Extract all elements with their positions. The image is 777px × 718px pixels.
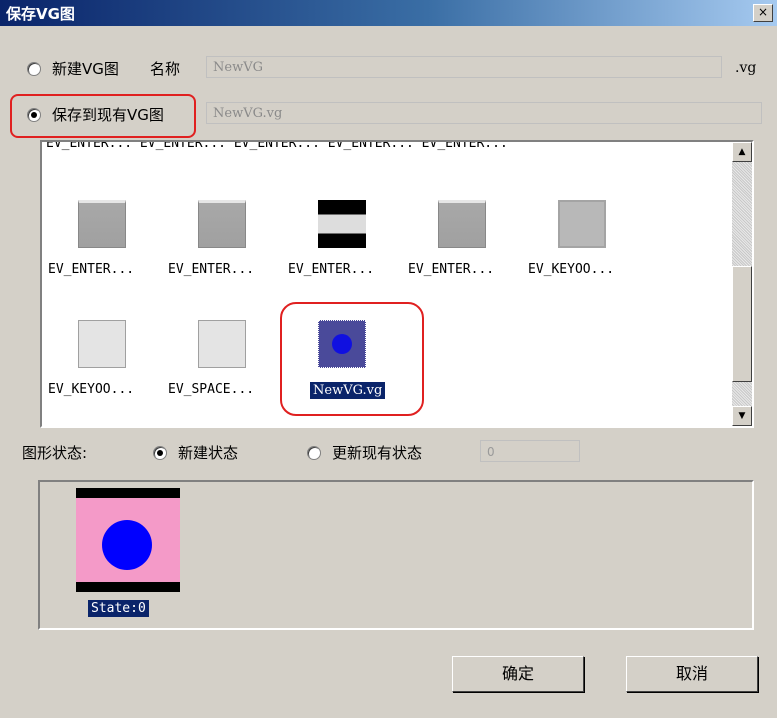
- gray-button-thumbnail-icon: [438, 200, 486, 248]
- vg-suffix: .vg: [735, 60, 757, 76]
- new-state-label: 新建状态: [178, 444, 239, 462]
- state-thumbnail[interactable]: [76, 488, 180, 592]
- gray-button-thumbnail-icon: [78, 200, 126, 248]
- list-item-label: EV_KEYOO...: [528, 262, 615, 277]
- light-button-thumbnail-icon: [198, 320, 246, 368]
- state-label: 图形状态:: [22, 444, 88, 462]
- scroll-down-button[interactable]: ▼: [732, 406, 752, 426]
- list-item-label: EV_ENTER...: [48, 262, 135, 277]
- list-item[interactable]: EV_ENTER...: [48, 200, 148, 300]
- list-item-label: EV_ENTER...: [168, 262, 255, 277]
- name-field[interactable]: NewVG: [206, 56, 722, 78]
- cancel-button[interactable]: 取消: [626, 656, 758, 692]
- state-preview-panel: State:0: [38, 480, 754, 630]
- list-item[interactable]: EV_KEYOO...: [48, 320, 148, 420]
- close-button[interactable]: ×: [753, 4, 773, 22]
- update-state-field[interactable]: 0: [480, 440, 580, 462]
- list-item[interactable]: EV_SPACE...: [168, 320, 268, 420]
- light-button-thumbnail-icon: [78, 320, 126, 368]
- update-state-label: 更新现有状态: [332, 444, 423, 462]
- window-title: 保存VG图: [6, 5, 75, 23]
- existing-vg-label: 保存到现有VG图: [52, 106, 164, 124]
- title-bar[interactable]: 保存VG图 ×: [0, 0, 777, 26]
- list-item[interactable]: EV_ENTER...: [288, 200, 388, 300]
- scroll-thumb[interactable]: [732, 266, 752, 382]
- list-item-label: EV_ENTER...: [288, 262, 375, 277]
- state-label-selected: State:0: [88, 600, 149, 617]
- gray-button-thumbnail-icon: [198, 200, 246, 248]
- blue-circle-icon: [102, 520, 152, 570]
- list-item[interactable]: EV_ENTER...: [168, 200, 268, 300]
- existing-vg-radio[interactable]: [27, 108, 41, 122]
- new-vg-label: 新建VG图: [52, 60, 119, 78]
- list-item-label: EV_KEYOO...: [48, 382, 135, 397]
- new-vg-radio[interactable]: [27, 62, 41, 76]
- selected-item-highlight: [280, 302, 424, 416]
- list-item-label: EV_SPACE...: [168, 382, 255, 397]
- list-item[interactable]: EV_ENTER...: [408, 200, 508, 300]
- list-item[interactable]: EV_KEYOO...: [528, 200, 628, 300]
- save-vg-dialog: 保存VG图 × 新建VG图 名称 NewVG .vg 保存到现有VG图 NewV…: [0, 0, 777, 718]
- black-bars-thumbnail-icon: [318, 200, 366, 248]
- list-item-label: EV_ENTER...: [408, 262, 495, 277]
- new-state-radio[interactable]: [153, 446, 167, 460]
- update-state-radio[interactable]: [307, 446, 321, 460]
- scroll-up-button[interactable]: ▲: [732, 142, 752, 162]
- clipped-row: EV_ENTER... EV_ENTER... EV_ENTER... EV_E…: [46, 140, 508, 151]
- name-label: 名称: [150, 60, 181, 78]
- existing-vg-field[interactable]: NewVG.vg: [206, 102, 762, 124]
- gray-flat-thumbnail-icon: [558, 200, 606, 248]
- vertical-scrollbar[interactable]: ▲ ▼: [732, 142, 752, 426]
- ok-button[interactable]: 确定: [452, 656, 584, 692]
